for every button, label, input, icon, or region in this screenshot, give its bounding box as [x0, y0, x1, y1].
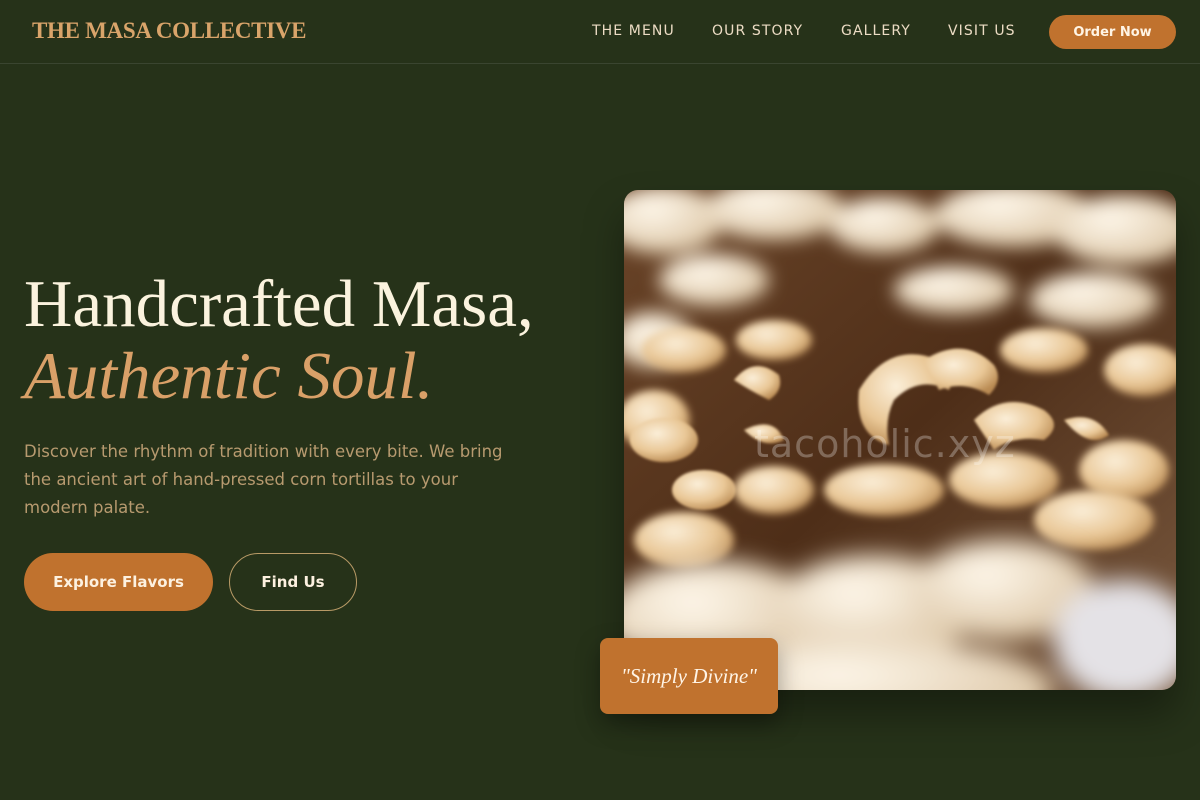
image-watermark: tacoholic.xyz — [754, 422, 1016, 466]
explore-flavors-button[interactable]: Explore Flavors — [24, 553, 213, 611]
nav-link-menu[interactable]: THE MENU — [592, 23, 675, 39]
hero-description: Discover the rhythm of tradition with ev… — [24, 442, 503, 517]
quote-badge: "Simply Divine" — [600, 638, 778, 714]
site-header: THE MASA COLLECTIVE THE MENU OUR STORY G… — [0, 0, 1200, 64]
landing-page: THE MASA COLLECTIVE THE MENU OUR STORY G… — [0, 0, 1200, 800]
hero-title-line2: Authentic Soul. — [24, 339, 434, 413]
site-logo[interactable]: THE MASA COLLECTIVE — [32, 18, 307, 44]
nav-link-visit-us[interactable]: VISIT US — [948, 23, 1016, 39]
nav-link-our-story[interactable]: OUR STORY — [712, 23, 803, 39]
hero-title-line1: Handcrafted Masa, — [24, 267, 534, 341]
nav-link-gallery[interactable]: GALLERY — [841, 23, 911, 39]
hero-food-image: tacoholic.xyz — [624, 190, 1176, 690]
hero-title: Handcrafted Masa, Authentic Soul. — [24, 268, 604, 412]
find-us-button[interactable]: Find Us — [229, 553, 357, 611]
order-now-button[interactable]: Order Now — [1049, 15, 1176, 49]
